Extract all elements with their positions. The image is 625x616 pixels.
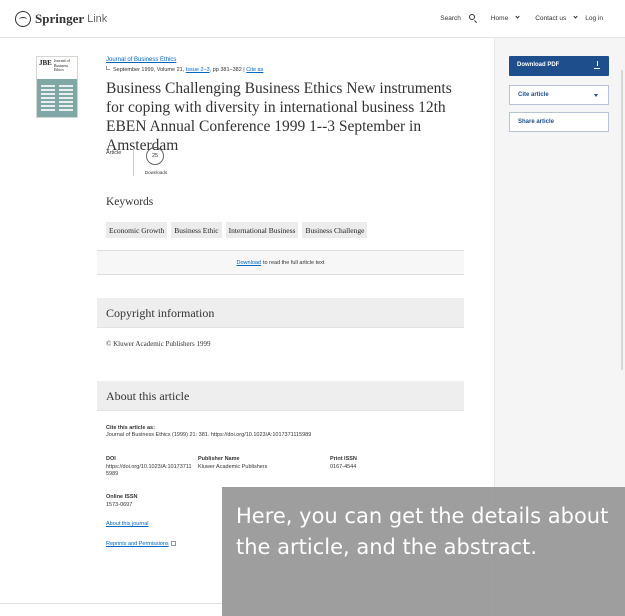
download-icon	[594, 61, 600, 70]
search-label: Search	[440, 15, 461, 22]
reprints-label: Reprints and Permissions	[106, 541, 169, 547]
cover-badge: JBE	[39, 59, 52, 67]
publisher-label: Publisher Name	[198, 456, 240, 462]
publisher-value: Kluwer Academic Publishers	[198, 463, 268, 470]
springer-horse-icon	[15, 11, 31, 27]
share-article-label: Share article	[518, 119, 555, 125]
downloads-label: Downloads	[144, 170, 168, 175]
cite-article-button[interactable]: Cite article	[509, 85, 609, 105]
keyword-tag: International Business	[225, 222, 299, 238]
cite-article-label: Cite article	[518, 92, 549, 98]
cover-title: Journal of Business Ethics	[53, 58, 70, 72]
scrollbar[interactable]	[621, 70, 623, 370]
external-link-icon	[170, 541, 176, 546]
tutorial-overlay: Here, you can get the details about the …	[222, 487, 625, 616]
metric-divider	[133, 148, 134, 176]
contact-us-link[interactable]: Contact us	[527, 13, 578, 22]
doi-value: https://doi.org/10.1023/A:10173711	[106, 463, 192, 470]
corner-arrow-icon	[106, 66, 110, 70]
print-issn-label: Print ISSN	[330, 456, 357, 462]
about-journal-link[interactable]: About this journal	[106, 521, 149, 527]
online-issn-label: Online ISSN	[106, 494, 138, 500]
cite-as-link[interactable]: Cite as	[246, 67, 263, 73]
journal-cover-image[interactable]: JBE Journal of Business Ethics	[36, 56, 78, 118]
download-pdf-button[interactable]: Download PDF	[509, 56, 609, 76]
online-issn-value: 1573-0697	[106, 501, 133, 508]
springer-link-logo[interactable]: Springer Link	[15, 11, 107, 27]
downloads-count: 25	[146, 147, 164, 165]
page-title: Business Challenging Business Ethics New…	[106, 80, 452, 154]
log-in-link[interactable]: Log in	[585, 15, 603, 22]
keyword-tag: Economic Growth	[106, 222, 168, 238]
about-article-heading[interactable]: About this article	[97, 381, 464, 411]
home-label: Home	[490, 14, 509, 22]
doi-label: DOI	[106, 456, 116, 462]
copyright-heading[interactable]: Copyright information	[97, 298, 464, 328]
cover-artwork	[37, 79, 77, 117]
download-pdf-label: Download PDF	[517, 62, 560, 68]
share-article-button[interactable]: Share article	[509, 112, 609, 132]
download-fulltext-box: Download to read the full article text	[97, 250, 464, 275]
top-nav: Search Home Contact us Log in	[424, 13, 603, 22]
doi-value-cont: 5989	[106, 471, 119, 477]
print-issn-block: Print ISSN 0167-4544	[330, 456, 357, 471]
keyword-tag: Business Ethic	[171, 222, 222, 238]
keywords-list: Economic Growth Business Ethic Internati…	[106, 222, 371, 238]
online-issn-block: Online ISSN 1573-0697	[106, 494, 137, 509]
divider	[0, 603, 222, 604]
top-header: Springer Link Search Home Contact us Log…	[0, 0, 625, 38]
chevron-down-icon	[573, 13, 578, 19]
contact-label: Contact us	[535, 14, 567, 22]
cover-header: JBE Journal of Business Ethics	[37, 57, 77, 79]
article-meta: September 1999, Volume 21, Issue 2–3, pp…	[106, 66, 263, 73]
keyword-tag: Business Challenge	[302, 222, 368, 238]
pages: , pp 381–382 |	[209, 67, 245, 73]
reprints-permissions-link[interactable]: Reprints and Permissions	[106, 540, 176, 547]
date-volume: September 1999, Volume 21,	[113, 67, 185, 73]
copyright-text: © Kluwer Academic Publishers 1999	[106, 340, 211, 348]
logo-brand: Springer	[35, 11, 85, 26]
keywords-heading: Keywords	[106, 196, 154, 208]
article-type: Article	[106, 150, 122, 156]
citation-text: Journal of Business Ethics (1999) 21: 38…	[106, 432, 312, 438]
search-icon	[468, 14, 475, 20]
chevron-down-icon	[515, 13, 520, 19]
home-link[interactable]: Home	[483, 13, 520, 22]
print-issn-value: 0167-4544	[330, 463, 357, 470]
publisher-block: Publisher Name Kluwer Academic Publisher…	[198, 456, 267, 471]
download-link[interactable]: Download	[237, 260, 261, 266]
overlay-caption: Here, you can get the details about the …	[236, 504, 609, 559]
cite-label: Cite this article as:	[106, 425, 155, 431]
download-box-text: to read the full article text	[263, 259, 325, 266]
caret-down-icon	[594, 94, 598, 97]
journal-link[interactable]: Journal of Business Ethics	[106, 57, 176, 63]
logo-product: Link	[87, 13, 108, 25]
doi-block: DOI https://doi.org/10.1023/A:10173711 5…	[106, 456, 192, 479]
search-link[interactable]: Search	[432, 14, 475, 22]
issue-link[interactable]: Issue 2–3	[186, 67, 210, 73]
